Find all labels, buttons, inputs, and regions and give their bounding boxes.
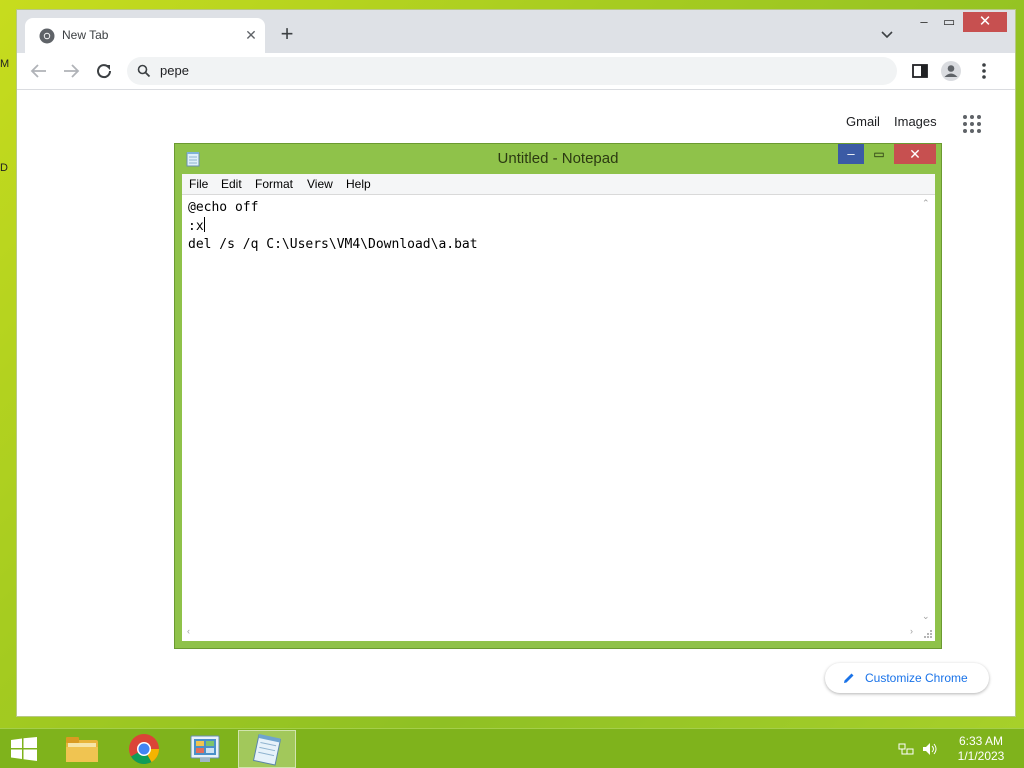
taskbar-clock[interactable]: 6:33 AM 1/1/2023 [952, 734, 1010, 764]
chrome-icon [129, 734, 159, 765]
omnibox-input[interactable]: pepe [160, 63, 189, 78]
horizontal-scrollbar[interactable]: ‹ › [182, 624, 918, 641]
resize-grip-icon[interactable] [918, 624, 935, 641]
back-arrow-icon[interactable] [27, 59, 51, 83]
scroll-up-arrow-icon[interactable]: ⌃ [922, 198, 930, 209]
scroll-right-arrow-icon[interactable]: › [910, 626, 913, 636]
menu-format[interactable]: Format [255, 177, 293, 191]
reload-icon[interactable] [92, 59, 116, 83]
menu-edit[interactable]: Edit [221, 177, 242, 191]
notepad-content[interactable]: @echo off :x del /s /q C:\Users\VM4\Downlo… [188, 199, 478, 254]
window-maximize-button[interactable]: ▭ [938, 12, 960, 32]
taskbar-notepad[interactable] [238, 730, 296, 768]
notepad-close-button[interactable]: ✕ [894, 144, 936, 164]
gmail-link[interactable]: Gmail [846, 114, 880, 129]
window-minimize-button[interactable]: – [913, 12, 935, 32]
scroll-left-arrow-icon[interactable]: ‹ [187, 626, 190, 636]
notepad-minimize-button[interactable]: – [838, 144, 864, 164]
tab-strip: New Tab ✕ + – ▭ ✕ [17, 10, 1015, 53]
omnibox[interactable]: pepe [127, 57, 897, 85]
customize-chrome-button[interactable]: Customize Chrome [825, 663, 989, 693]
chevron-down-icon[interactable] [879, 26, 895, 42]
desktop-icon-label-fragment[interactable]: D [0, 162, 8, 174]
customize-chrome-label: Customize Chrome [865, 671, 968, 685]
menu-help[interactable]: Help [346, 177, 371, 191]
notepad-menubar: File Edit Format View Help [182, 174, 935, 195]
chrome-favicon-icon [39, 28, 55, 44]
notepad-maximize-button[interactable]: ▭ [866, 144, 892, 164]
tab-new-tab[interactable]: New Tab ✕ [25, 18, 265, 53]
taskbar-control-panel[interactable] [176, 730, 234, 768]
taskbar: 6:33 AM 1/1/2023 [0, 728, 1024, 768]
search-icon [137, 64, 151, 78]
taskbar-chrome[interactable] [115, 730, 173, 768]
desktop-icon-label-fragment[interactable]: M [0, 58, 9, 70]
browser-toolbar: pepe [17, 53, 1015, 90]
profile-avatar-icon[interactable] [939, 59, 963, 83]
network-icon[interactable] [898, 741, 914, 757]
text-line: :x [188, 219, 204, 234]
forward-arrow-icon[interactable] [59, 59, 83, 83]
tab-close-icon[interactable]: ✕ [243, 27, 259, 43]
vertical-scrollbar[interactable]: ⌃ ⌄ [918, 195, 935, 624]
pencil-icon [844, 673, 854, 683]
text-line: del /s /q C:\Users\VM4\Download\a.bat [188, 237, 478, 252]
images-link[interactable]: Images [894, 114, 937, 129]
new-tab-button[interactable]: + [275, 23, 299, 47]
menu-view[interactable]: View [307, 177, 333, 191]
side-panel-icon[interactable] [908, 59, 932, 83]
tab-title: New Tab [62, 28, 109, 42]
volume-icon[interactable] [922, 741, 938, 757]
window-close-button[interactable]: ✕ [963, 12, 1007, 32]
notepad-text-area[interactable]: @echo off :x del /s /q C:\Users\VM4\Downlo… [182, 195, 935, 641]
text-line: @echo off [188, 200, 259, 215]
notepad-window: Untitled - Notepad – ▭ ✕ File Edit Forma… [174, 143, 942, 649]
windows-start-icon[interactable] [10, 737, 38, 761]
notepad-title: Untitled - Notepad [497, 150, 619, 167]
taskbar-file-explorer[interactable] [53, 730, 111, 768]
google-apps-icon[interactable] [962, 114, 982, 134]
folder-icon [66, 737, 98, 762]
clock-date: 1/1/2023 [957, 749, 1005, 763]
clock-time: 6:33 AM [958, 734, 1004, 748]
control-panel-icon [190, 735, 220, 762]
scroll-down-arrow-icon[interactable]: ⌄ [922, 611, 930, 622]
text-caret [203, 217, 205, 232]
more-menu-icon[interactable] [972, 59, 996, 83]
notepad-icon [252, 734, 282, 766]
menu-file[interactable]: File [189, 177, 208, 191]
